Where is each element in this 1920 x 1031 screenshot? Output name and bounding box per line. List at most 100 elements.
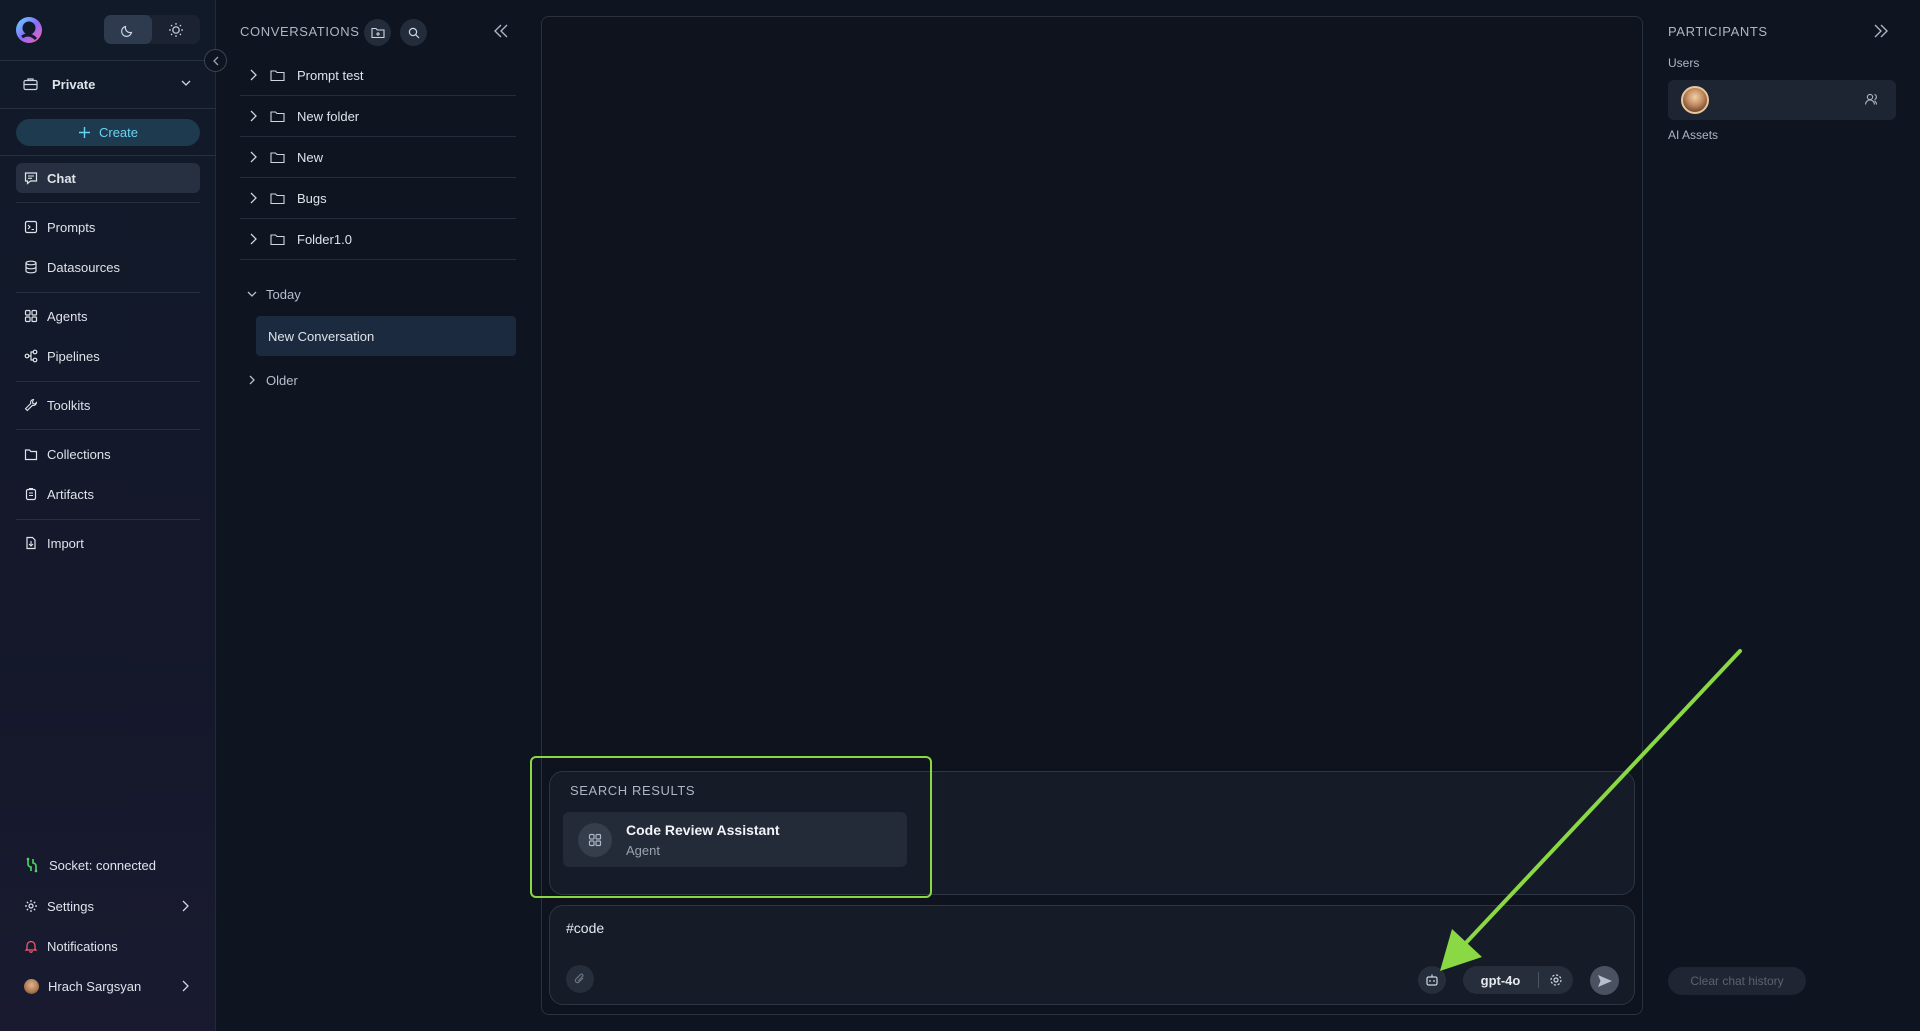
create-label: Create [98,125,139,140]
prompt-icon [24,220,38,234]
sidebar-item-settings[interactable]: Settings [16,891,200,921]
chevron-right-icon [248,233,258,245]
users-icon[interactable] [1864,92,1880,106]
divider [16,429,200,430]
moon-icon[interactable] [104,15,152,44]
divider [16,519,200,520]
chevron-left-icon [212,56,220,66]
sidebar-item-pipelines[interactable]: Pipelines [16,341,200,371]
attach-button[interactable] [566,965,594,993]
conversations-title: CONVERSATIONS [240,24,360,39]
group-label: Today [266,286,301,302]
bell-icon [24,939,38,953]
user-profile[interactable]: Hrach Sargsyan [16,971,200,1001]
sidebar-item-label: Prompts [47,219,96,235]
sidebar-item-collections[interactable]: Collections [16,439,200,469]
folder-icon [270,151,285,164]
left-navigation: Private Create Chat Prompts Datasources [0,0,216,1031]
sidebar-item-artifacts[interactable]: Artifacts [16,479,200,509]
sidebar-item-label: Chat [47,170,76,186]
participants-title: PARTICIPANTS [1668,24,1768,39]
gear-icon [24,899,38,913]
sun-icon[interactable] [152,15,200,44]
sidebar-item-label: Pipelines [47,348,100,364]
elitea-logo-icon[interactable] [14,15,44,45]
user-name: Hrach Sargsyan [48,978,142,994]
folder-icon [270,69,285,82]
folder-item[interactable]: Bugs [240,178,516,219]
participant-user-card[interactable] [1668,80,1896,120]
sidebar-item-label: Import [47,535,84,551]
collapse-participants-button[interactable] [1872,22,1890,40]
sidebar-item-notifications[interactable]: Notifications [16,931,200,961]
import-icon [24,536,38,550]
divider [16,381,200,382]
chevron-right-icon [248,69,258,81]
folder-item[interactable]: Prompt test [240,55,516,96]
folder-item[interactable]: New folder [240,96,516,137]
chevron-right-icon [180,900,190,912]
sidebar-item-chat[interactable]: Chat [16,163,200,193]
agents-icon [24,309,38,323]
theme-toggle[interactable] [104,15,200,44]
folder-item[interactable]: Folder1.0 [240,219,516,260]
sidebar-item-label: Notifications [47,938,118,954]
sidebar-item-label: Agents [47,308,88,324]
folder-icon [270,110,285,123]
folder-icon [270,192,285,205]
ai-assets-label: AI Assets [1668,128,1719,142]
toolkits-icon [24,398,38,412]
sidebar-item-prompts[interactable]: Prompts [16,212,200,242]
paperclip-icon [574,972,586,986]
avatar [1681,86,1709,114]
search-conversations-button[interactable] [400,19,427,46]
create-button[interactable]: Create [16,119,200,146]
sidebar-item-toolkits[interactable]: Toolkits [16,390,200,420]
sidebar-item-import[interactable]: Import [16,528,200,558]
sidebar-item-label: Datasources [47,259,120,275]
divider [0,155,216,156]
users-label: Users [1668,56,1700,70]
divider [0,108,216,109]
chevron-right-icon [248,110,258,122]
chevron-right-icon [248,151,258,163]
model-settings-gear-icon[interactable] [1539,973,1573,987]
chevron-down-icon [180,77,192,89]
chevron-down-icon [246,288,258,300]
double-chevron-right-icon [1872,22,1890,40]
folder-icon [24,448,38,461]
clear-chat-history-button[interactable]: Clear chat history [1668,967,1806,995]
search-icon [408,27,420,39]
group-today[interactable]: Today [240,282,516,306]
conversation-label: New Conversation [268,328,375,344]
chevron-right-icon [248,192,258,204]
folder-item[interactable]: New [240,137,516,178]
double-chevron-left-icon [492,22,510,40]
sidebar-item-label: Settings [47,898,94,914]
robot-icon [1425,973,1439,987]
sidebar-item-label: Artifacts [47,486,94,502]
socket-connected-icon [24,857,40,873]
group-older[interactable]: Older [240,368,516,392]
divider [0,60,216,61]
conversation-item[interactable]: New Conversation [256,316,516,356]
chat-icon [24,171,38,185]
sidebar-item-datasources[interactable]: Datasources [16,252,200,282]
plus-icon [78,126,91,139]
folder-label: New folder [297,108,360,124]
workspace-label: Private [52,76,96,92]
chevron-right-icon [180,980,190,992]
workspace-selector[interactable]: Private [16,70,200,98]
new-folder-button[interactable] [364,19,391,46]
sidebar-item-label: Toolkits [47,397,91,413]
collapse-sidebar-button[interactable] [204,49,227,72]
annotation-arrow [1430,645,1750,975]
sidebar-item-label: Collections [47,446,111,462]
message-input[interactable]: #code [566,920,604,936]
artifacts-icon [24,487,38,501]
sidebar-item-agents[interactable]: Agents [16,301,200,331]
collapse-conversations-button[interactable] [492,22,510,40]
avatar [24,978,39,994]
divider [16,202,200,203]
briefcase-icon [23,77,38,91]
